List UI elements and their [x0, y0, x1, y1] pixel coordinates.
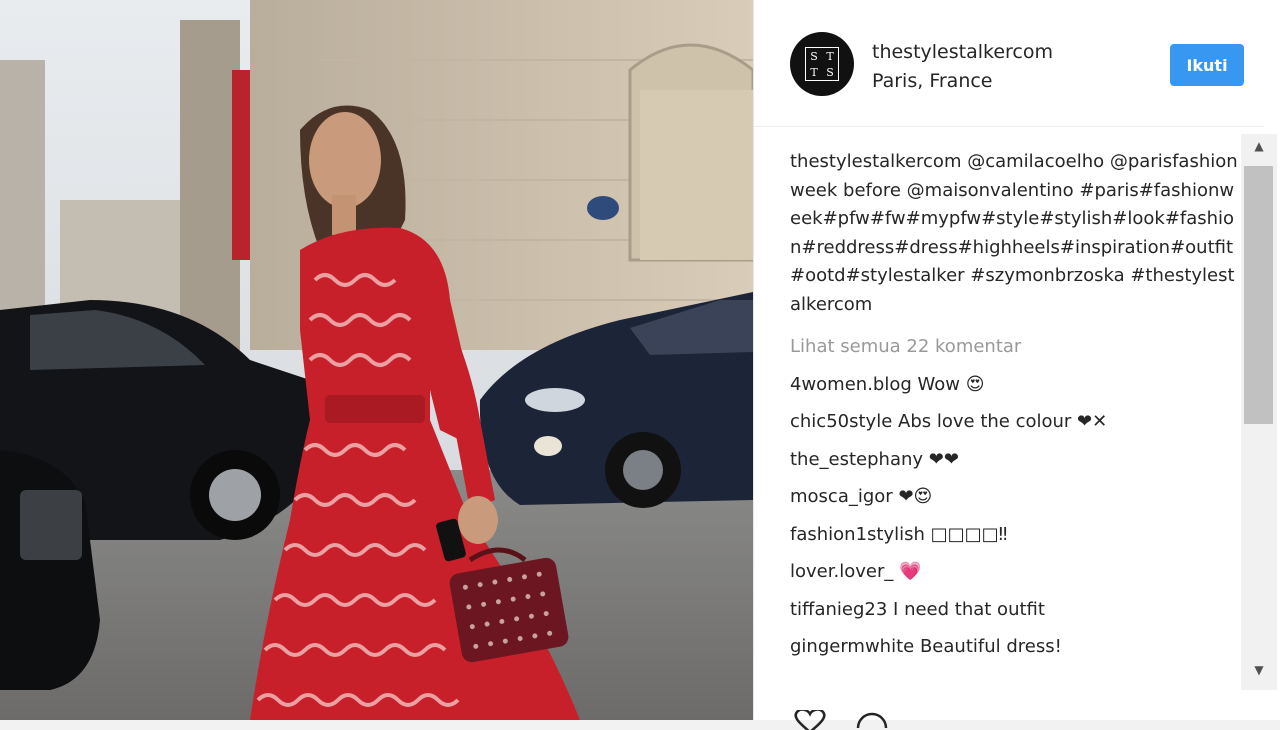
comment-username[interactable]: lover.lover_: [790, 561, 893, 582]
avatar-monogram: S T T S: [805, 47, 839, 81]
post-photo[interactable]: [0, 0, 753, 720]
comment-username[interactable]: mosca_igor: [790, 486, 893, 507]
comment-username[interactable]: tiffanieg23: [790, 599, 887, 620]
heart-outline-icon[interactable]: [790, 710, 830, 730]
post-location[interactable]: Paris, France: [872, 70, 993, 92]
comments-scrollbar[interactable]: ▲ ▼: [1241, 134, 1277, 690]
avatar-letter: T: [810, 65, 818, 79]
comment-username[interactable]: chic50style: [790, 411, 892, 432]
comment-item: chic50style Abs love the colour ❤✕: [790, 410, 1240, 434]
avatar-letter: T: [826, 49, 834, 63]
comment-text: 💗: [899, 561, 922, 582]
post-actions: [790, 700, 910, 730]
comment-text: Beautiful dress!: [919, 636, 1062, 657]
avatar-letter: S: [810, 49, 818, 63]
comment-item: gingermwhite Beautiful dress!: [790, 635, 1240, 659]
comment-item: mosca_igor ❤😍: [790, 485, 1240, 509]
post-detail-panel: S T T S thestylestalkercom Paris, France…: [753, 0, 1280, 730]
avatar-letter: S: [826, 65, 834, 79]
comment-item: lover.lover_ 💗: [790, 560, 1240, 584]
comment-item: 4women.blog Wow 😍: [790, 373, 1240, 397]
comments-list: thestylestalkercom @camilacoelho @parisf…: [790, 148, 1240, 693]
comment-username[interactable]: fashion1stylish: [790, 524, 925, 545]
comment-bubble-icon[interactable]: [854, 710, 890, 730]
post-header: S T T S thestylestalkercom Paris, France…: [754, 0, 1264, 127]
scrollbar-thumb[interactable]: [1244, 166, 1273, 424]
comment-text: ❤😍: [898, 486, 933, 507]
caption-text: @camilacoelho @parisfashionweek before @…: [790, 151, 1238, 315]
scroll-down-arrow-icon[interactable]: ▼: [1241, 658, 1277, 682]
post-caption: thestylestalkercom @camilacoelho @parisf…: [790, 148, 1240, 319]
comment-username[interactable]: 4women.blog: [790, 374, 912, 395]
follow-button[interactable]: Ikuti: [1170, 44, 1244, 86]
caption-username[interactable]: thestylestalkercom: [790, 151, 961, 172]
comment-text: I need that outfit: [893, 598, 1045, 620]
comment-text: ❤❤: [928, 448, 959, 470]
comment-text: Abs love the colour ❤✕: [898, 411, 1108, 432]
comment-item: tiffanieg23 I need that outfit: [790, 598, 1240, 622]
comment-text: Wow 😍: [917, 373, 985, 395]
view-all-comments-link[interactable]: Lihat semua 22 komentar: [790, 335, 1240, 359]
comment-item: fashion1stylish □□□□‼: [790, 523, 1240, 547]
comment-text: □□□□‼: [930, 523, 1008, 545]
street-style-image: [0, 0, 753, 720]
scroll-up-arrow-icon[interactable]: ▲: [1241, 134, 1277, 158]
comment-username[interactable]: the_estephany: [790, 449, 923, 470]
author-username[interactable]: thestylestalkercom: [872, 41, 1053, 63]
comment-username[interactable]: gingermwhite: [790, 636, 914, 657]
comment-item: the_estephany ❤❤: [790, 448, 1240, 472]
avatar[interactable]: S T T S: [790, 32, 854, 96]
